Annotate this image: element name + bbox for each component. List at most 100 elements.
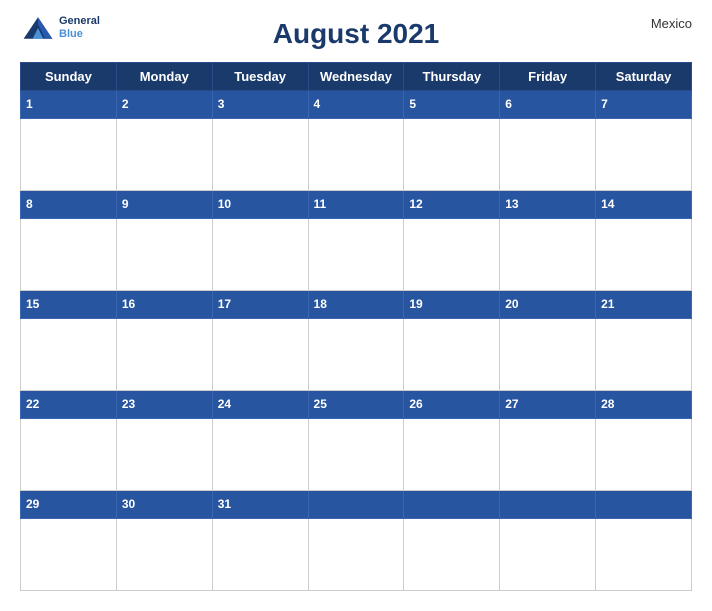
week5-day7-label (596, 491, 692, 519)
date-num-29: 29 (26, 497, 39, 511)
week5-day4-cell (308, 519, 404, 591)
week2-day2-cell (116, 219, 212, 291)
week3-day2-cell (116, 319, 212, 391)
week1-day3-label: 3 (212, 91, 308, 119)
week2-day5-cell (404, 219, 500, 291)
header-tuesday: Tuesday (212, 63, 308, 91)
week4-day5-label: 26 (404, 391, 500, 419)
date-num-17: 17 (218, 297, 231, 311)
date-num-4: 4 (314, 97, 321, 111)
date-num-5: 5 (409, 97, 416, 111)
week1-day4-label: 4 (308, 91, 404, 119)
date-num-24: 24 (218, 397, 231, 411)
week1-day1-label: 1 (21, 91, 117, 119)
header-friday: Friday (500, 63, 596, 91)
week4-day3-label: 24 (212, 391, 308, 419)
week5-day2-cell (116, 519, 212, 591)
date-num-2: 2 (122, 97, 129, 111)
week3-day2-label: 16 (116, 291, 212, 319)
week2-day5-label: 12 (404, 191, 500, 219)
date-num-30: 30 (122, 497, 135, 511)
week-label-row-4: 22 23 24 25 26 27 28 (21, 391, 692, 419)
week5-day3-label: 31 (212, 491, 308, 519)
brand-logo-area: General Blue (20, 10, 100, 46)
date-num-8: 8 (26, 197, 33, 211)
week5-day7-cell (596, 519, 692, 591)
days-header-row: Sunday Monday Tuesday Wednesday Thursday… (21, 63, 692, 91)
week5-day1-label: 29 (21, 491, 117, 519)
week-label-row-5: 29 30 31 (21, 491, 692, 519)
week-label-row-1: 1 2 34 5 6 7 (21, 91, 692, 119)
week-label-row-2: 8 9 10 11 12 13 14 (21, 191, 692, 219)
header-thursday: Thursday (404, 63, 500, 91)
date-num-21: 21 (601, 297, 614, 311)
date-num-18: 18 (314, 297, 327, 311)
week2-day4-label: 11 (308, 191, 404, 219)
date-num-31: 31 (218, 497, 231, 511)
week1-day6-cell (500, 119, 596, 191)
week4-day4-cell (308, 419, 404, 491)
week3-day6-label: 20 (500, 291, 596, 319)
date-num-12: 12 (409, 197, 422, 211)
week3-day5-label: 19 (404, 291, 500, 319)
date-num-14: 14 (601, 197, 614, 211)
week3-day6-cell (500, 319, 596, 391)
week2-day7-label: 14 (596, 191, 692, 219)
date-num-27: 27 (505, 397, 518, 411)
week4-day4-label: 25 (308, 391, 404, 419)
week4-day2-label: 23 (116, 391, 212, 419)
brand-icon (20, 10, 56, 46)
calendar-table: Sunday Monday Tuesday Wednesday Thursday… (20, 62, 692, 591)
brand-text: General Blue (59, 15, 100, 41)
header-saturday: Saturday (596, 63, 692, 91)
week5-day5-cell (404, 519, 500, 591)
week4-day1-label: 22 (21, 391, 117, 419)
week3-day7-cell (596, 319, 692, 391)
week3-day3-cell (212, 319, 308, 391)
date-num-1: 1 (26, 97, 33, 111)
date-num-10: 10 (218, 197, 231, 211)
calendar-body: 1234567891011121314151617181920212223242… (21, 91, 692, 591)
week1-day5-label: 5 (404, 91, 500, 119)
week1-day3-cell (212, 119, 308, 191)
week4-day2-cell (116, 419, 212, 491)
date-num-6: 6 (505, 97, 512, 111)
week2-day7-cell (596, 219, 692, 291)
week2-day6-cell (500, 219, 596, 291)
week5-day6-cell (500, 519, 596, 591)
week-content-row-3 (21, 319, 692, 391)
calendar-title: August 2021 (273, 18, 440, 50)
week1-day2-label: 2 (116, 91, 212, 119)
week4-day6-cell (500, 419, 596, 491)
week5-day5-label (404, 491, 500, 519)
week4-day5-cell (404, 419, 500, 491)
week4-day1-cell (21, 419, 117, 491)
week1-day1-cell (21, 119, 117, 191)
date-num-25: 25 (314, 397, 327, 411)
date-num-13: 13 (505, 197, 518, 211)
week5-day3-cell (212, 519, 308, 591)
week1-day6-label: 6 (500, 91, 596, 119)
week4-day7-cell (596, 419, 692, 491)
week1-day7-label: 7 (596, 91, 692, 119)
week2-day1-label: 8 (21, 191, 117, 219)
date-num-20: 20 (505, 297, 518, 311)
week5-day1-cell (21, 519, 117, 591)
country-label: Mexico (651, 16, 692, 31)
week4-day3-cell (212, 419, 308, 491)
week-content-row-5 (21, 519, 692, 591)
week-content-row-4 (21, 419, 692, 491)
week-content-row-1 (21, 119, 692, 191)
date-num-16: 16 (122, 297, 135, 311)
week5-day2-label: 30 (116, 491, 212, 519)
date-num-22: 22 (26, 397, 39, 411)
week5-day6-label (500, 491, 596, 519)
date-num-19: 19 (409, 297, 422, 311)
date-num-9: 9 (122, 197, 129, 211)
calendar-wrapper: General Blue August 2021 Mexico Sunday M… (0, 0, 712, 611)
week3-day4-cell (308, 319, 404, 391)
week3-day3-label: 17 (212, 291, 308, 319)
week1-day2-cell (116, 119, 212, 191)
week4-day6-label: 27 (500, 391, 596, 419)
week4-day7-label: 28 (596, 391, 692, 419)
